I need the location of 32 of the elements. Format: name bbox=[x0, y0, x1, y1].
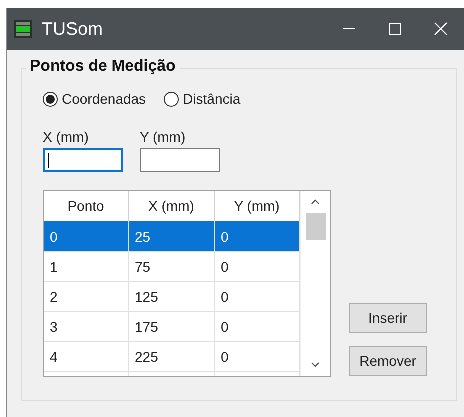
table-cell[interactable]: 0 bbox=[215, 221, 300, 251]
minimize-icon[interactable] bbox=[343, 28, 355, 30]
field-label: Y (mm) bbox=[140, 129, 187, 145]
close-icon[interactable] bbox=[434, 22, 448, 36]
window-title: TUSom bbox=[42, 18, 104, 40]
field-label: X (mm) bbox=[43, 129, 90, 145]
action-button[interactable]: Inserir bbox=[349, 303, 427, 333]
radio-option[interactable]: Distância bbox=[164, 91, 241, 107]
table-cell[interactable]: 2 bbox=[44, 281, 129, 311]
radio-button[interactable] bbox=[164, 92, 180, 106]
radio-label: Distância bbox=[183, 91, 241, 107]
group-title: Pontos de Medição bbox=[26, 58, 180, 76]
input-field[interactable] bbox=[140, 148, 220, 172]
table-cell[interactable]: 175 bbox=[129, 311, 215, 341]
table-cell[interactable]: 0 bbox=[44, 221, 129, 251]
table-cell[interactable]: 225 bbox=[129, 341, 215, 371]
scroll-up-icon[interactable] bbox=[311, 199, 320, 205]
maximize-icon[interactable] bbox=[389, 23, 401, 35]
table-cell[interactable]: 1 bbox=[44, 251, 129, 281]
table-cell[interactable]: 25 bbox=[129, 221, 215, 251]
radio-option[interactable]: Coordenadas bbox=[43, 91, 146, 107]
table-cell[interactable]: 75 bbox=[129, 251, 215, 281]
app-logo-icon bbox=[14, 20, 32, 38]
scroll-down-icon[interactable] bbox=[311, 362, 320, 368]
radio-button[interactable] bbox=[43, 92, 58, 106]
table-cell[interactable]: 3 bbox=[44, 311, 129, 341]
table-cell[interactable]: 125 bbox=[129, 281, 215, 311]
radio-label: Coordenadas bbox=[62, 91, 146, 107]
action-button[interactable]: Remover bbox=[349, 346, 427, 376]
scroll-thumb[interactable] bbox=[306, 213, 326, 240]
input-field[interactable] bbox=[43, 148, 123, 172]
table-cell[interactable]: 4 bbox=[44, 341, 129, 371]
